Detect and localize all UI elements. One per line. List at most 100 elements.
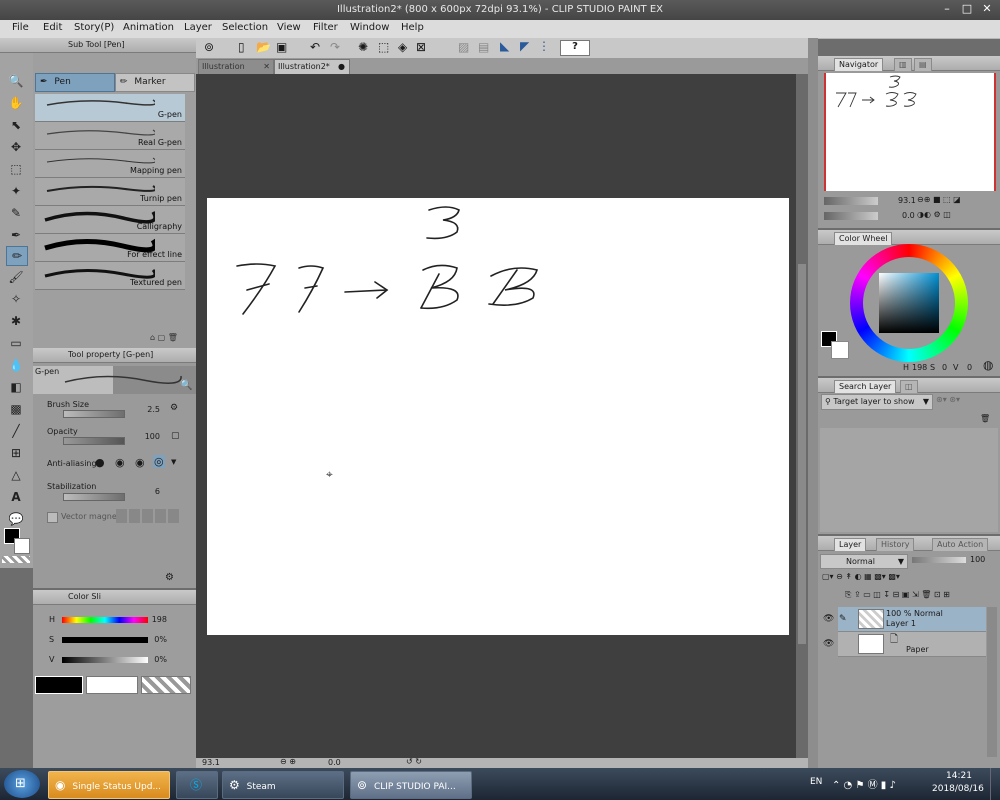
pen-tool-icon[interactable]: ✒ xyxy=(6,226,26,244)
sub-tool-footer-icons[interactable]: ⌂ ▢ 🗑 xyxy=(150,333,178,342)
pen-lock-icon[interactable]: ✎ xyxy=(839,614,847,624)
menu-layer[interactable]: Layer xyxy=(184,22,212,33)
brush-item-for-effect-line[interactable]: For effect line xyxy=(35,234,185,262)
tab-pen[interactable]: ✒ Pen xyxy=(35,73,115,92)
save-icon[interactable]: ▣ xyxy=(276,40,287,54)
aa-weak-icon[interactable]: ◉ xyxy=(115,456,125,469)
hue-slider[interactable] xyxy=(62,617,148,623)
brush-item-turnip-pen[interactable]: Turnip pen xyxy=(35,178,185,206)
snap-grid-icon[interactable]: ⋮ xyxy=(538,39,550,53)
saturation-value-square[interactable] xyxy=(879,273,939,333)
blend-tool-icon[interactable]: 💧 xyxy=(6,356,26,374)
open-file-icon[interactable]: 📂 xyxy=(256,40,271,54)
brush-item-mapping-pen[interactable]: Mapping pen xyxy=(35,150,185,178)
tab-history[interactable]: History xyxy=(876,538,915,551)
search-delete-icon[interactable]: 🗑 xyxy=(980,414,990,423)
fill-tool-icon[interactable]: ◧ xyxy=(6,378,26,396)
language-indicator[interactable]: EN xyxy=(810,777,822,787)
search-filter-icons[interactable]: ⊛▾ ⊛▾ xyxy=(936,395,960,404)
deselect-icon[interactable]: ▤ xyxy=(478,40,489,54)
eye-icon[interactable]: 👁 xyxy=(823,639,834,649)
status-rotate[interactable]: 0.0 xyxy=(328,758,341,767)
brush-size-value[interactable]: 2.5 xyxy=(130,405,160,414)
taskbar-steam[interactable]: ⚙ Steam xyxy=(222,771,344,799)
menu-help[interactable]: Help xyxy=(401,22,424,33)
h-value[interactable]: 198 xyxy=(145,615,167,624)
redo-icon[interactable]: ↷ xyxy=(330,40,340,54)
stabilization-slider[interactable] xyxy=(63,493,125,501)
eyedropper-icon[interactable]: ✎ xyxy=(6,204,26,222)
saturation-slider[interactable] xyxy=(62,637,148,643)
rotate-buttons-icon[interactable]: ↺ ↻ xyxy=(406,757,422,766)
eraser-icon[interactable]: ▭ xyxy=(6,334,26,352)
operation-tool-icon[interactable]: ⬉ xyxy=(6,116,26,134)
brush-size-icon[interactable]: ⚙ xyxy=(170,403,178,413)
doc-tab-illustration[interactable]: Illustration ✕ xyxy=(198,59,274,75)
fill-icon[interactable]: ◈ xyxy=(398,40,407,54)
layer-opacity-slider[interactable] xyxy=(912,557,966,563)
hand-tool-icon[interactable]: ✋ xyxy=(6,94,26,112)
magnifier-icon[interactable]: 🔍 xyxy=(180,380,192,391)
wheel-sub-color-swatch[interactable] xyxy=(831,341,849,359)
opacity-value[interactable]: 100 xyxy=(130,432,160,441)
transform-icon[interactable]: ⊠ xyxy=(416,40,426,54)
color-slider-transparent-swatch[interactable] xyxy=(141,676,191,694)
clip-studio-icon[interactable]: ⊚ xyxy=(204,40,214,54)
color-slider-sub-swatch[interactable] xyxy=(86,676,138,694)
taskbar-skype[interactable]: Ⓢ xyxy=(176,771,218,799)
menu-view[interactable]: View xyxy=(277,22,301,33)
s-value[interactable]: 0% xyxy=(145,635,167,644)
tab-layer[interactable]: Layer xyxy=(834,538,867,551)
navigator-rotate-buttons-icon[interactable]: ◑◐ ⚙ ◫ xyxy=(917,210,951,219)
menu-window[interactable]: Window xyxy=(350,22,389,33)
wheel-h-value[interactable]: 198 xyxy=(912,363,927,372)
tab-color-wheel[interactable]: Color Wheel xyxy=(834,232,893,245)
auto-select-icon[interactable]: ✦ xyxy=(6,182,26,200)
help-button[interactable]: ? xyxy=(560,40,590,56)
brush-tool-icon[interactable]: 🖌 xyxy=(6,268,26,286)
brush-size-slider[interactable] xyxy=(63,410,125,418)
aa-strong-icon[interactable]: ◎ xyxy=(153,455,165,468)
v-value[interactable]: 0% xyxy=(145,655,167,664)
brush-item-textured-pen[interactable]: Textured pen xyxy=(35,262,185,290)
airbrush-icon[interactable]: ✧ xyxy=(6,290,26,308)
vector-magnet-options[interactable] xyxy=(116,509,180,523)
navigator-rotate-value[interactable]: 0.0 xyxy=(902,211,915,220)
sub-color-swatch[interactable] xyxy=(14,538,30,554)
eye-icon[interactable]: 👁 xyxy=(823,614,834,624)
zoom-buttons-icon[interactable]: ⊖ ⊕ xyxy=(280,757,296,766)
aa-none-icon[interactable]: ● xyxy=(95,456,105,469)
color-slider-main-swatch[interactable] xyxy=(35,676,83,694)
frame-border-icon[interactable]: ⊞ xyxy=(6,444,26,462)
chevron-down-icon[interactable]: ▼ xyxy=(171,458,176,466)
color-wheel-mode-icon[interactable]: ◍ xyxy=(983,358,993,372)
layer-scrollbar[interactable] xyxy=(987,607,997,757)
target-layer-dropdown[interactable]: ⚲ Target layer to show ▼ xyxy=(821,394,933,410)
new-file-icon[interactable]: ▯ xyxy=(238,40,245,54)
wheel-v-value[interactable]: 0 xyxy=(967,363,972,372)
taskbar-clip-studio[interactable]: ⊚ CLIP STUDIO PAI... xyxy=(350,771,472,799)
clear-icon[interactable]: ✺ xyxy=(358,40,368,54)
menu-selection[interactable]: Selection xyxy=(222,22,268,33)
aa-medium-icon[interactable]: ◉ xyxy=(135,456,145,469)
maximize-button[interactable]: □ xyxy=(960,2,974,16)
vertical-scroll-thumb[interactable] xyxy=(798,264,806,644)
opacity-slider[interactable] xyxy=(63,437,125,445)
pencil-tool-icon[interactable]: ✏ xyxy=(6,246,28,266)
tab-marker[interactable]: ✏ Marker xyxy=(115,73,195,92)
menu-story[interactable]: Story(P) xyxy=(74,22,114,33)
menu-animation[interactable]: Animation xyxy=(123,22,174,33)
navigator-zoom-buttons-icon[interactable]: ⊖⊕ ■ ⬚ ◪ xyxy=(917,195,961,204)
zoom-tool-icon[interactable]: 🔍 xyxy=(6,72,26,90)
hue-ring[interactable] xyxy=(850,244,968,362)
brush-item-calligraphy[interactable]: Calligraphy xyxy=(35,206,185,234)
vector-magnet-checkbox[interactable] xyxy=(47,512,58,523)
crop-icon[interactable]: ⬚ xyxy=(378,40,389,54)
blend-mode-dropdown[interactable]: Normal ▼ xyxy=(820,554,908,569)
tab-material[interactable]: ◫ xyxy=(900,380,918,393)
tab-auto-action[interactable]: Auto Action xyxy=(932,538,989,551)
move-layer-icon[interactable]: ✥ xyxy=(6,138,26,156)
transparent-color-swatch[interactable] xyxy=(2,556,30,563)
snap-special-ruler-icon[interactable]: ◤ xyxy=(520,39,529,53)
tab-search-layer[interactable]: Search Layer xyxy=(834,380,897,393)
